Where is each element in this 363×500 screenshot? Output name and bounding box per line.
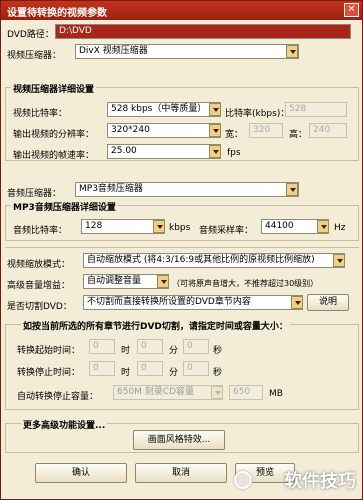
width-input[interactable]: 320 xyxy=(249,123,283,138)
audio-bitrate-label: 音频比特率： xyxy=(13,226,68,236)
audio-detail-group-title: MP3音频压缩器详细设置 xyxy=(11,200,118,213)
dvd-path-input[interactable]: D:\DVD xyxy=(55,24,351,39)
start-time-label: 转换起始时间： xyxy=(17,346,81,356)
video-codec-dropdown-icon[interactable] xyxy=(286,45,298,58)
video-codec-label: 视频压缩器： xyxy=(7,51,62,61)
effects-button[interactable]: 画面风格特效... xyxy=(133,430,225,450)
dvd-path-label: DVD路径： xyxy=(7,30,54,40)
fps-select[interactable]: 25.00 xyxy=(107,144,221,159)
start-minute-unit: 分 xyxy=(169,346,179,356)
audio-codec-select[interactable]: MP3音频压缩器 xyxy=(75,182,299,197)
separator xyxy=(5,247,359,248)
ok-button[interactable]: 确认 xyxy=(35,463,127,483)
chapter-cut-title: 如按当前所选的所有章节进行DVD切割，请指定时间或容量大小： xyxy=(21,319,290,332)
title-bar: 设置待转换的视频参数 ✕ xyxy=(1,1,362,20)
window-title: 设置待转换的视频参数 xyxy=(7,8,107,19)
audio-bitrate-unit: kbps xyxy=(169,223,191,233)
cut-dvd-select[interactable]: 不切割而直接转换所设置的DVD章节内容 xyxy=(83,295,303,310)
stop-hour-unit: 时 xyxy=(121,368,131,378)
autostop-mb-input[interactable]: 650 xyxy=(229,385,263,400)
bitrate-kbps-label: 比特率(kbps)： xyxy=(225,109,290,119)
volume-gain-note: （可将原声音增大，不推荐超过30级别） xyxy=(172,279,319,288)
autostop-label: 自动转换停止容量： xyxy=(17,392,99,402)
close-button[interactable]: ✕ xyxy=(344,3,359,17)
volume-gain-label: 高级音量增益： xyxy=(7,281,71,291)
start-minute-input[interactable]: 0 xyxy=(137,339,163,354)
audio-bitrate-dropdown-icon[interactable] xyxy=(153,220,165,233)
autostop-select[interactable]: 650M 刻录CD容量 xyxy=(113,385,223,400)
video-detail-group-title: 视频压缩器详细设置 xyxy=(11,82,97,95)
video-bitrate-label: 视频比特率： xyxy=(13,109,68,119)
samplerate-label: 音频采样率： xyxy=(199,226,254,236)
samplerate-dropdown-icon[interactable] xyxy=(317,220,329,233)
settings-dialog: 设置待转换的视频参数 ✕ DVD路径： D:\DVD 视频压缩器： DivX 视… xyxy=(0,0,363,500)
stop-hour-input[interactable]: 0 xyxy=(89,361,115,376)
autostop-dropdown-icon[interactable] xyxy=(211,386,223,399)
start-second-input[interactable]: 0 xyxy=(183,339,209,354)
advanced-title: 更多高级功能设置... xyxy=(21,418,108,431)
video-bitrate-select[interactable]: 528 kbps（中等质量） xyxy=(107,102,221,117)
scale-mode-select[interactable]: 自动缩放模式 (将4:3/16:9或其他比例的原视频比例缩放) xyxy=(83,253,345,268)
stop-second-unit: 秒 xyxy=(213,368,223,378)
stop-time-label: 转换停止时间： xyxy=(17,368,81,378)
fps-unit: fps xyxy=(227,148,241,158)
start-second-unit: 秒 xyxy=(213,346,223,356)
bitrate-kbps-input[interactable]: 528 xyxy=(285,102,347,117)
resolution-select[interactable]: 320*240 xyxy=(107,123,221,138)
samplerate-unit: Hz xyxy=(334,223,346,233)
cut-dvd-help-button[interactable]: 说明 xyxy=(307,294,349,311)
cancel-button[interactable]: 取消 xyxy=(135,463,227,483)
video-codec-select[interactable]: DivX 视频压缩器 xyxy=(75,44,299,59)
cut-dvd-dropdown-icon[interactable] xyxy=(291,296,303,309)
width-label: 宽： xyxy=(225,130,244,140)
start-hour-unit: 时 xyxy=(121,346,131,356)
fps-label: 输出视频的帧速率： xyxy=(13,151,95,161)
scale-mode-dropdown-icon[interactable] xyxy=(333,254,345,267)
scale-mode-label: 视频缩放模式： xyxy=(7,260,71,270)
autostop-unit: MB xyxy=(269,389,283,399)
watermark: 软件技巧 xyxy=(284,471,356,492)
height-label: 高： xyxy=(289,130,308,140)
height-input[interactable]: 240 xyxy=(309,123,347,138)
stop-minute-input[interactable]: 0 xyxy=(137,361,163,376)
start-hour-input[interactable]: 0 xyxy=(89,339,115,354)
cut-dvd-label: 是否切割DVD： xyxy=(7,302,72,312)
fps-dropdown-icon[interactable] xyxy=(209,145,221,158)
audio-codec-dropdown-icon[interactable] xyxy=(286,183,298,196)
volume-gain-dropdown-icon[interactable] xyxy=(157,275,169,288)
watermark-logo-icon xyxy=(234,471,252,489)
audio-codec-label: 音频压缩器： xyxy=(7,189,62,199)
resolution-dropdown-icon[interactable] xyxy=(209,124,221,137)
video-bitrate-dropdown-icon[interactable] xyxy=(209,103,221,116)
stop-minute-unit: 分 xyxy=(169,368,179,378)
stop-second-input[interactable]: 0 xyxy=(183,361,209,376)
resolution-label: 输出视频的分辨率： xyxy=(13,130,95,140)
